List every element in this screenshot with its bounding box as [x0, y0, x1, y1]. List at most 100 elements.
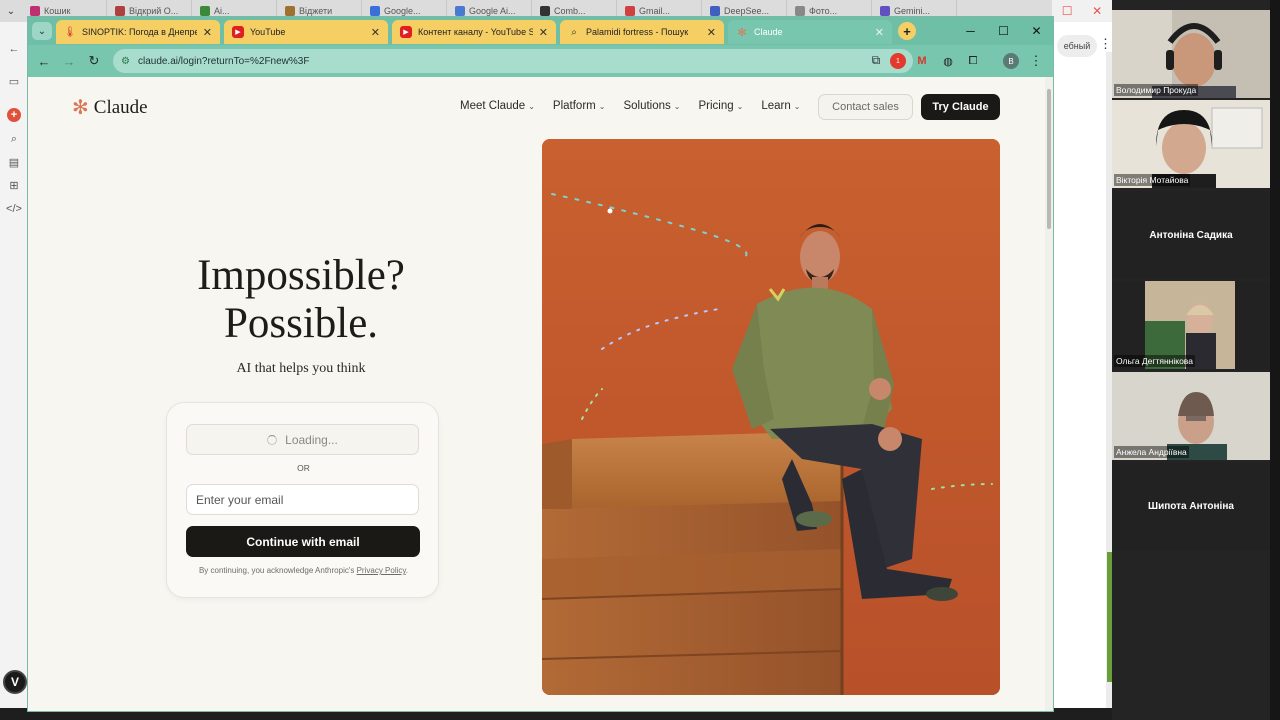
tab-search-icon[interactable]: ⌄	[32, 22, 52, 40]
close-icon[interactable]: ✕	[1020, 17, 1053, 45]
tab-youtube[interactable]: ▶ YouTube ✕	[224, 20, 388, 44]
forward-arrow-icon[interactable]: →	[60, 52, 78, 70]
tab-favicon-icon	[200, 6, 210, 16]
search-icon: ⌕	[571, 26, 577, 38]
folder-icon[interactable]: ▤	[7, 155, 21, 169]
chevron-down-icon: ⌄	[528, 101, 535, 111]
tab-favicon-icon	[710, 6, 720, 16]
address-bar[interactable]: ⚙ claude.ai/login?returnTo=%2Fnew%3F ⧉ ☆	[113, 49, 913, 73]
tab-palamidi-search[interactable]: ⌕ Palamidi fortress - Пошук ✕	[560, 20, 724, 44]
menu-kebab-icon[interactable]: ⋮	[1099, 36, 1112, 52]
privacy-policy-link[interactable]: Privacy Policy	[357, 566, 406, 575]
tab-favicon-icon	[455, 6, 465, 16]
tab-claude[interactable]: ✻ Claude ✕	[728, 20, 892, 44]
background-pill-button[interactable]: ебный	[1057, 35, 1097, 57]
close-icon[interactable]: ✕	[1092, 4, 1102, 18]
close-tab-icon[interactable]: ✕	[203, 26, 212, 39]
panel-icon[interactable]: ▭	[7, 74, 21, 88]
video-panel-edge	[1270, 0, 1280, 720]
tab-strip: ⌄ 🌡 SINOPTIK: Погода в Днепре н ✕ ▶ YouT…	[28, 17, 1053, 45]
tab-favicon-icon	[540, 6, 550, 16]
back-arrow-icon[interactable]: ←	[35, 52, 53, 70]
puzzle-icon[interactable]: ⧠	[965, 53, 981, 69]
page-scrollbar[interactable]	[1045, 77, 1053, 711]
claude-icon: ✻	[737, 26, 747, 39]
youtube-icon: ▶	[400, 26, 412, 38]
participant-tile[interactable]: Анжела Андріївна	[1112, 372, 1270, 460]
gmail-icon[interactable]: M	[914, 53, 930, 69]
extension-icon[interactable]: ◍	[940, 53, 956, 69]
grid-icon[interactable]: ⊞	[7, 178, 21, 192]
tab-sinoptik[interactable]: 🌡 SINOPTIK: Погода в Днепре н ✕	[56, 20, 220, 44]
address-url: claude.ai/login?returnTo=%2Fnew%3F	[137, 55, 310, 67]
claude-login-page: ✻ Claude Meet Claude ⌄ Platform ⌄ Solution…	[28, 77, 1045, 711]
chevron-down-icon: ⌄	[736, 101, 744, 111]
login-card: Loading... OR Continue with email By con…	[166, 402, 439, 598]
new-tab-button[interactable]: +	[898, 22, 916, 40]
site-info-icon[interactable]: ⚙	[121, 56, 130, 67]
chevron-down-icon: ⌄	[673, 101, 681, 111]
maximize-icon[interactable]: ☐	[1062, 4, 1073, 18]
google-sso-button-loading[interactable]: Loading...	[186, 424, 419, 455]
participant-tile[interactable]: Володимир Прокуда	[1112, 10, 1270, 98]
close-tab-icon[interactable]: ✕	[707, 26, 716, 39]
participant-tile[interactable]: Антоніна Садика	[1112, 191, 1270, 279]
hero-illustration	[542, 139, 1000, 695]
hero-subtitle: AI that helps you think	[236, 361, 366, 376]
try-claude-button[interactable]: Try Claude	[921, 94, 1000, 120]
chevron-down-icon: ⌄	[598, 101, 606, 111]
participant-tile[interactable]: Ольга Дегтяннікова	[1112, 281, 1270, 369]
install-app-icon[interactable]: ⧉	[872, 53, 881, 68]
claude-starburst-icon: ✻	[72, 97, 89, 119]
background-window-controls: ☐ ✕	[1052, 0, 1112, 22]
add-icon[interactable]: +	[7, 108, 21, 122]
participant-tile[interactable]: Вікторія Мотайова	[1112, 100, 1270, 188]
close-tab-icon[interactable]: ✕	[539, 26, 548, 39]
minimize-icon[interactable]: ─	[954, 17, 987, 45]
scrollbar-thumb[interactable]	[1047, 89, 1051, 229]
contact-sales-button[interactable]: Contact sales	[818, 94, 913, 120]
reload-icon[interactable]: ↻	[85, 52, 103, 70]
nav-meet-claude[interactable]: Meet Claude ⌄	[460, 100, 535, 112]
or-divider: OR	[297, 463, 310, 473]
browser-window: ⌄ 🌡 SINOPTIK: Погода в Днепре н ✕ ▶ YouT…	[28, 17, 1053, 711]
video-call-panel: Володимир Прокуда Вікторія Мотайова Анто…	[1112, 0, 1280, 720]
profile-avatar[interactable]: B	[1003, 53, 1019, 69]
browser-toolbar: ← → ↻ ⚙ claude.ai/login?returnTo=%2Fnew%…	[28, 45, 1053, 77]
nav-learn[interactable]: Learn ⌄	[761, 100, 800, 112]
tab-youtube-studio[interactable]: ▶ Контент каналу - YouTube Stu ✕	[392, 20, 556, 44]
extension-icon[interactable]: 1	[890, 53, 906, 69]
browser-menu-icon[interactable]: ⋮	[1028, 53, 1044, 69]
window-controls: ─ ☐ ✕	[954, 17, 1053, 45]
email-input[interactable]	[186, 484, 419, 515]
nav-solutions[interactable]: Solutions ⌄	[623, 100, 680, 112]
maximize-icon[interactable]: ☐	[987, 17, 1020, 45]
participant-tile[interactable]: Шипота Антоніна	[1112, 462, 1270, 550]
tab-favicon-icon	[30, 6, 40, 16]
tab-favicon-icon	[795, 6, 805, 16]
tab-favicon-icon	[115, 6, 125, 16]
close-tab-icon[interactable]: ✕	[371, 26, 380, 39]
youtube-icon: ▶	[232, 26, 244, 38]
code-icon[interactable]: </>	[6, 202, 22, 216]
background-sidebar: ← ▭ + ⌕ ▤ ⊞ </>	[0, 22, 28, 720]
thermometer-icon: 🌡	[63, 26, 77, 38]
tab-favicon-icon	[285, 6, 295, 16]
chevron-down-icon[interactable]: ⌄	[2, 4, 20, 18]
close-tab-icon[interactable]: ✕	[875, 26, 884, 39]
chevron-down-icon: ⌄	[793, 101, 801, 111]
tab-favicon-icon	[625, 6, 635, 16]
user-avatar[interactable]: V	[3, 670, 27, 694]
back-arrow-icon[interactable]: ←	[7, 42, 21, 56]
hero-title: Impossible? Possible.	[197, 252, 405, 347]
site-nav: Meet Claude ⌄ Platform ⌄ Solutions ⌄ Pricin…	[460, 100, 800, 112]
tab-favicon-icon	[880, 6, 890, 16]
legal-notice: By continuing, you acknowledge Anthropic…	[198, 566, 409, 575]
nav-platform[interactable]: Platform ⌄	[553, 100, 606, 112]
spinner-icon	[267, 434, 278, 445]
tab-favicon-icon	[370, 6, 380, 16]
search-icon[interactable]: ⌕	[7, 132, 21, 146]
claude-logo[interactable]: ✻ Claude	[72, 97, 148, 119]
continue-with-email-button[interactable]: Continue with email	[186, 526, 420, 557]
nav-pricing[interactable]: Pricing ⌄	[698, 100, 743, 112]
